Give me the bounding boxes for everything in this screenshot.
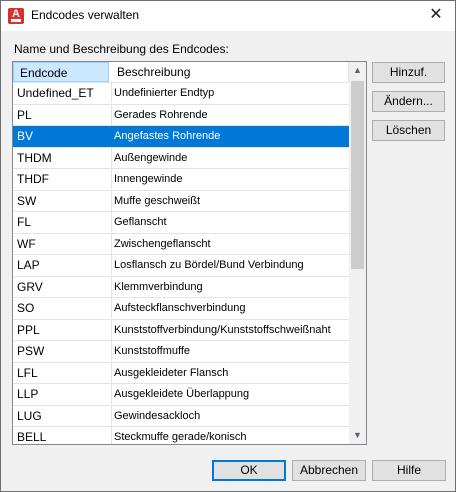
row-description: Ausgekleidete Überlappung — [111, 384, 350, 404]
window-title: Endcodes verwalten — [31, 8, 140, 22]
table-row[interactable]: Undefined_ET Undefinierter Endtyp — [13, 83, 349, 105]
ok-button[interactable]: OK — [212, 460, 286, 481]
table-row[interactable]: LAP Losflansch zu Bördel/Bund Verbindung — [13, 255, 349, 277]
cancel-button[interactable]: Abbrechen — [292, 460, 366, 481]
row-endcode: THDM — [17, 150, 52, 165]
row-endcode: GRV — [17, 279, 43, 294]
title-bar: A Endcodes verwalten ✕ — [1, 1, 455, 31]
row-endcode: SO — [17, 301, 35, 315]
column-header-description[interactable]: Beschreibung — [109, 62, 349, 82]
table-row[interactable]: LLP Ausgekleidete Überlappung — [13, 384, 349, 406]
dialog-window: A Endcodes verwalten ✕ Name und Beschrei… — [0, 0, 456, 492]
row-description: Muffe geschweißt — [111, 190, 350, 211]
row-description: Gerades Rohrende — [111, 104, 350, 125]
table-row[interactable]: LFL Ausgekleideter Flansch — [13, 362, 350, 384]
table-row[interactable]: PPL Kunststoffverbindung/Kunststoffschwei… — [13, 319, 350, 341]
list-rows: Undefined_ET Undefinierter Endtyp PL Gerade… — [13, 83, 350, 444]
table-row[interactable]: SW Muffe geschweißt — [13, 190, 350, 212]
close-icon[interactable]: ✕ — [425, 4, 447, 26]
table-row[interactable]: BELL Steckmuffe gerade/konisch — [13, 427, 350, 444]
add-button[interactable]: Hinzuf. — [372, 62, 445, 83]
row-endcode: BELL — [17, 430, 47, 444]
column-header-endcode[interactable]: Endcode — [13, 62, 109, 82]
scroll-up-arrow-icon[interactable]: ▲ — [349, 62, 366, 79]
table-row[interactable]: THDM Außengewinde — [13, 147, 350, 169]
vertical-scrollbar[interactable]: ▲ ▼ — [349, 62, 366, 444]
table-row[interactable]: LUG Gewindesackloch — [13, 405, 350, 427]
row-endcode: LUG — [17, 408, 42, 423]
row-description: Angefastes Rohrende — [111, 126, 350, 146]
row-description: Klemmverbindung — [111, 276, 350, 297]
row-description: Kunststoffmuffe — [111, 341, 350, 361]
row-endcode: PL — [17, 107, 32, 122]
row-endcode: SW — [17, 193, 37, 208]
row-endcode: FL — [17, 215, 32, 229]
row-description: Aufsteckflanschverbindung — [111, 298, 350, 318]
delete-button[interactable]: Löschen — [372, 120, 445, 141]
row-endcode: Undefined_ET — [17, 86, 94, 100]
help-button[interactable]: Hilfe — [372, 460, 446, 481]
table-row[interactable]: THDF Innengewinde — [13, 169, 349, 191]
row-endcode: WF — [17, 236, 36, 251]
table-row[interactable]: PL Gerades Rohrende — [13, 104, 350, 126]
row-endcode: LFL — [17, 365, 38, 380]
table-row[interactable]: PSW Kunststoffmuffe — [13, 341, 349, 363]
row-endcode: PSW — [17, 344, 45, 358]
row-endcode: THDF — [17, 172, 49, 186]
row-endcode: BV — [17, 129, 34, 143]
table-row[interactable]: SO Aufsteckflanschverbindung — [13, 298, 349, 320]
table-row[interactable]: GRV Klemmverbindung — [13, 276, 350, 298]
row-description: Steckmuffe gerade/konisch — [111, 427, 350, 444]
row-endcode: PPL — [17, 322, 40, 337]
scroll-down-arrow-icon[interactable]: ▼ — [349, 427, 366, 444]
row-description: Gewindesackloch — [111, 405, 350, 426]
row-description: Zwischengeflanscht — [111, 233, 350, 254]
table-row[interactable]: FL Geflanscht — [13, 212, 349, 234]
endcode-list[interactable]: Endcode Beschreibung Undefined_ET Undefin… — [12, 61, 367, 445]
list-header: Endcode Beschreibung — [13, 62, 349, 83]
row-description: Geflanscht — [111, 212, 350, 232]
scrollbar-thumb[interactable] — [351, 81, 364, 269]
table-row[interactable]: WF Zwischengeflanscht — [13, 233, 350, 255]
row-description: Losflansch zu Bördel/Bund Verbindung — [111, 255, 350, 275]
row-description: Ausgekleideter Flansch — [111, 362, 350, 383]
endcodes-label: Name und Beschreibung des Endcodes: — [14, 42, 229, 56]
row-description: Innengewinde — [111, 169, 350, 189]
table-row[interactable]: BV Angefastes Rohrende — [13, 126, 349, 148]
row-description: Kunststoffverbindung/Kunststoffschweißna… — [111, 319, 350, 340]
edit-button[interactable]: Ändern... — [372, 91, 445, 112]
row-description: Undefinierter Endtyp — [111, 83, 350, 103]
row-endcode: LAP — [17, 258, 40, 272]
row-endcode: LLP — [17, 387, 39, 401]
autocad-logo-icon: A — [8, 8, 24, 24]
row-description: Außengewinde — [111, 147, 350, 168]
